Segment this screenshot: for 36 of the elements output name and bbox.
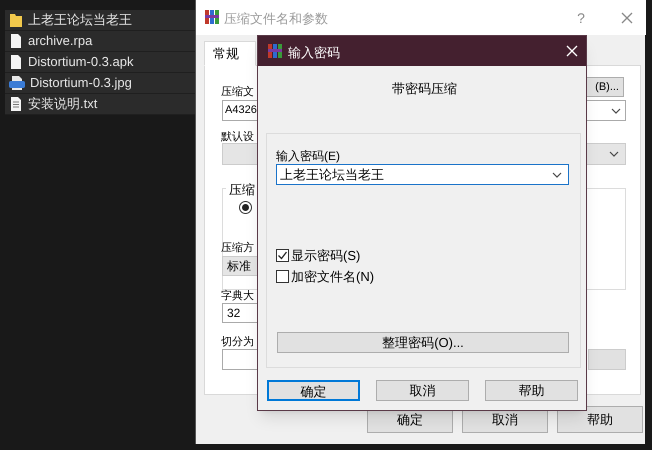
dialog-button[interactable]: 帮助 [557,406,643,433]
image-file-icon [9,75,25,91]
field-label: 字典大 [221,288,254,304]
password-field[interactable]: 上老王论坛当老王 [276,164,569,185]
file-row[interactable]: Distortium-0.3.apk [5,52,195,73]
field-label: 切分为 [221,335,254,350]
checkbox[interactable] [276,249,289,262]
file-row[interactable]: archive.rpa [5,31,195,52]
file-icon [9,54,23,70]
field-label: 默认设 [221,130,254,145]
chevron-icon [611,108,621,114]
dialog-button[interactable]: 帮助 [485,380,578,401]
folder-icon [9,12,23,28]
file-row[interactable]: 安装说明.txt [5,94,195,115]
books-icon [267,43,283,59]
text-file-icon [9,96,23,112]
file-row[interactable]: 上老王论坛当老王 [5,10,195,31]
dialog-title: 输入密码 [288,44,340,62]
file-icon [9,33,23,49]
field-label: 压缩方 [221,240,254,256]
checkbox-label: 显示密码(S) [291,247,360,265]
chevron-icon [552,172,562,178]
tab[interactable]: 常规 [204,41,256,66]
checkbox[interactable] [276,270,289,284]
file-row[interactable]: Distortium-0.3.jpg [5,73,195,94]
organize-passwords-button[interactable]: 整理密码(O)... [277,332,569,353]
checkbox-label: 加密文件名(N) [291,268,374,286]
books-icon [204,9,220,25]
dialog-button[interactable]: 取消 [376,380,469,401]
window-title: 压缩文件名和参数 [224,10,328,28]
dialog-heading: 带密码压缩 [392,80,457,98]
field-label: 输入密码(E) [276,148,340,165]
dialog-button[interactable]: 确定 [267,380,360,401]
help-button[interactable]: ? [571,8,591,28]
field-label: 压缩文 [221,84,254,100]
chevron-icon [609,151,619,157]
